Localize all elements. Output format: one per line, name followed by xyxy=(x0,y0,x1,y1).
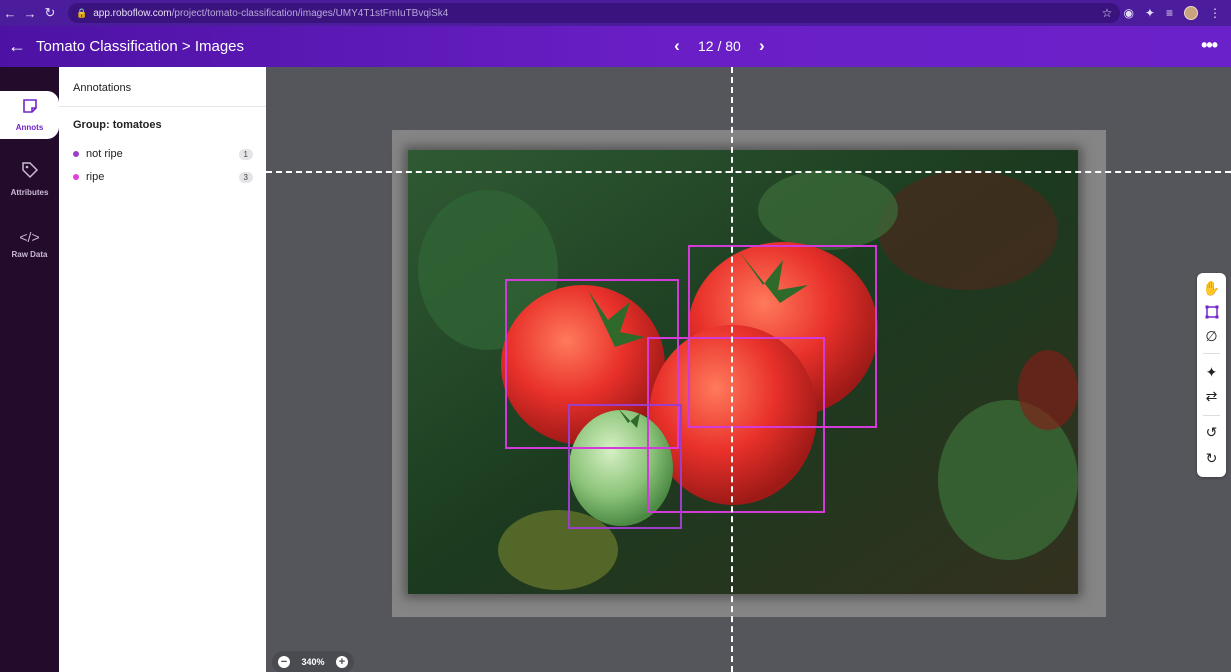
polygon-icon[interactable]: ∅ xyxy=(1197,325,1226,347)
left-rail: Annots Attributes </> Raw Data xyxy=(0,67,59,672)
playlist-icon[interactable]: ≡ xyxy=(1166,6,1173,20)
panel-title: Annotations xyxy=(73,82,132,94)
profile-avatar[interactable] xyxy=(1184,6,1198,20)
undo-icon[interactable]: ↺ xyxy=(1197,421,1226,443)
annotation-canvas[interactable] xyxy=(266,67,1231,672)
lock-icon: 🔒 xyxy=(76,7,88,18)
divider xyxy=(1203,415,1220,416)
repeat-icon[interactable]: ⇄ xyxy=(1197,385,1226,407)
tool-palette: ✋ ∅ ✦ ⇄ ↺ ↻ xyxy=(1197,273,1226,477)
url-path: /project/tomato-classification/images/UM… xyxy=(171,7,449,19)
image-pager: ‹ 12 / 80 › xyxy=(668,37,771,55)
bbox-not-ripe[interactable] xyxy=(568,404,682,529)
browser-menu-icon[interactable]: ⋮ xyxy=(1209,6,1221,20)
chevron-right-icon[interactable]: › xyxy=(753,37,771,55)
page-counter: 12 / 80 xyxy=(698,38,741,54)
app-header: ← Tomato Classification > Images ‹ 12 / … xyxy=(0,26,1231,67)
browser-reload-icon[interactable]: ↻ xyxy=(40,0,60,26)
class-row-ripe[interactable]: ripe 3 xyxy=(73,169,253,185)
class-name: ripe xyxy=(86,171,105,183)
extension-icon[interactable]: ◉ xyxy=(1123,6,1133,20)
code-icon: </> xyxy=(19,228,40,245)
annotation-note-icon xyxy=(22,98,38,119)
rail-item-attributes[interactable]: Attributes xyxy=(0,155,59,203)
address-bar[interactable]: 🔒 app.roboflow.com/project/tomato-classi… xyxy=(68,3,1120,23)
browser-forward-icon[interactable]: → xyxy=(20,0,40,26)
plus-circle-icon[interactable]: + xyxy=(336,656,348,668)
rail-item-label: Annots xyxy=(15,123,44,132)
chevron-left-icon[interactable]: ‹ xyxy=(668,37,686,55)
rail-item-raw-data[interactable]: </> Raw Data xyxy=(0,219,59,267)
pan-hand-icon[interactable]: ✋ xyxy=(1197,277,1226,299)
class-color-dot xyxy=(73,174,79,180)
page-title: Tomato Classification > Images xyxy=(36,38,245,55)
smart-magic-icon[interactable]: ✦ xyxy=(1197,361,1226,383)
rail-item-annots[interactable]: Annots xyxy=(0,91,59,139)
class-count-badge: 1 xyxy=(238,148,253,160)
divider xyxy=(1203,353,1220,354)
bounding-box-icon[interactable] xyxy=(1197,301,1226,323)
minus-circle-icon[interactable]: − xyxy=(278,656,290,668)
class-name: not ripe xyxy=(86,148,123,160)
more-icon[interactable]: ••• xyxy=(1201,35,1218,56)
arrow-left-icon[interactable]: ← xyxy=(8,36,26,56)
rail-item-label: Raw Data xyxy=(11,249,48,259)
crosshair-horizontal xyxy=(266,171,1231,173)
rail-item-label: Attributes xyxy=(10,188,49,197)
browser-toolbar: ← → ↻ 🔒 app.roboflow.com/project/tomato-… xyxy=(0,0,1231,26)
puzzle-icon[interactable]: ✦ xyxy=(1145,6,1155,20)
image-frame xyxy=(392,130,1106,617)
redo-icon[interactable]: ↻ xyxy=(1197,447,1226,469)
group-title: Group: tomatoes xyxy=(73,119,162,131)
url-domain: app.roboflow.com xyxy=(93,7,172,19)
browser-back-icon[interactable]: ← xyxy=(0,0,20,26)
star-icon[interactable]: ☆ xyxy=(1102,6,1113,20)
zoom-level: 340% xyxy=(301,657,325,667)
url-text: app.roboflow.com/project/tomato-classifi… xyxy=(93,8,448,19)
class-count-badge: 3 xyxy=(238,171,253,183)
divider xyxy=(59,106,266,107)
tomato-photo[interactable] xyxy=(408,150,1078,594)
class-row-not-ripe[interactable]: not ripe 1 xyxy=(73,146,253,162)
crosshair-vertical xyxy=(731,67,733,672)
class-color-dot xyxy=(73,151,79,157)
tag-icon xyxy=(21,161,39,184)
annotations-panel: Annotations Group: tomatoes not ripe 1 r… xyxy=(59,67,266,672)
zoom-control: − 340% + xyxy=(272,651,354,672)
browser-extensions: ☆ ◉ ✦ ≡ ⋮ xyxy=(1102,0,1221,26)
